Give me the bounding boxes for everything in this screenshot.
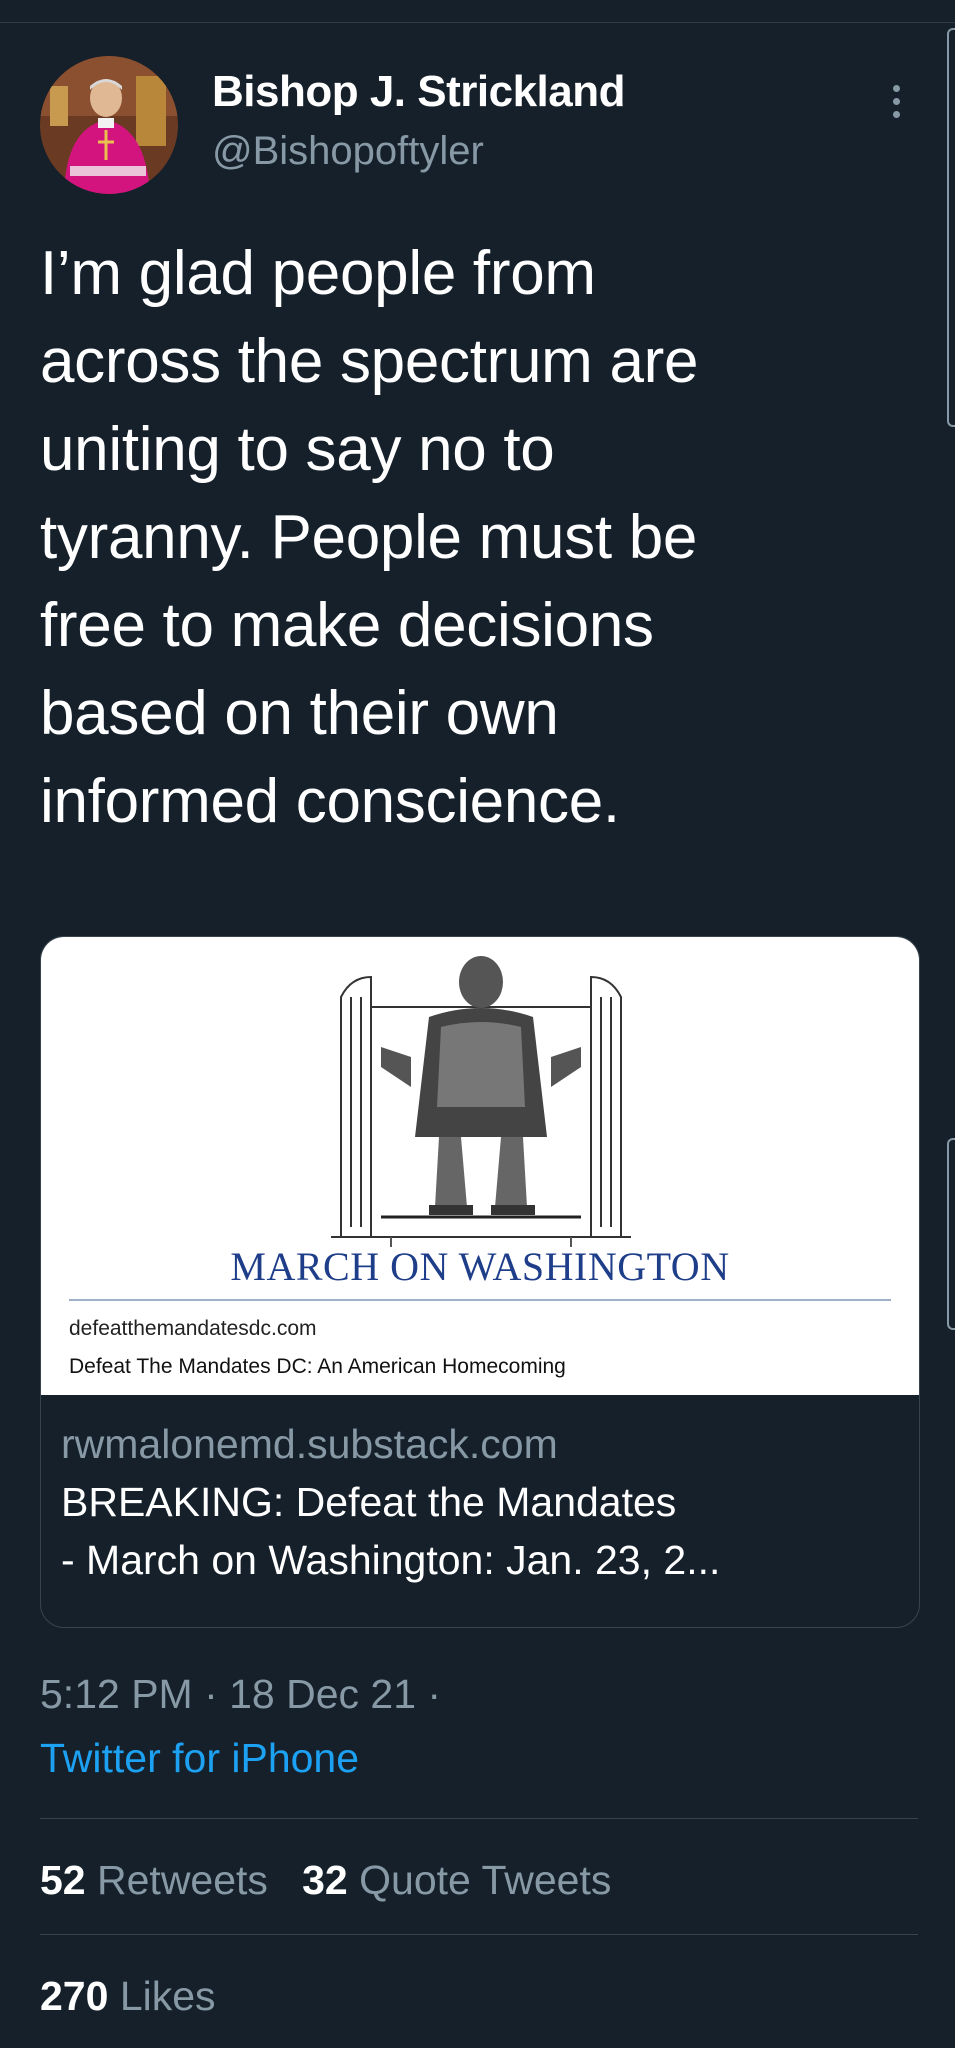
tweet-text-line: informed conscience. [40,767,620,836]
card-domain: rwmalonemd.substack.com [61,1421,558,1467]
quote-tweets-label: Quote Tweets [359,1857,612,1903]
scrollbar[interactable] [947,28,955,427]
link-preview-card[interactable]: MARCH ON WASHINGTON defeatthemandatesdc.… [40,936,920,1628]
card-image-title: Defeat The Mandates DC: An American Home… [69,1355,566,1378]
divider [40,1934,918,1935]
tweet-text-line: uniting to say no to [40,415,555,484]
more-options-icon[interactable] [876,76,916,126]
display-name[interactable]: Bishop J. Strickland [212,66,625,118]
tweet-text-line: free to make decisions [40,591,654,660]
card-title: BREAKING: Defeat the Mandates - March on… [61,1473,720,1589]
tweet-text-line: I’m glad people from [40,239,596,308]
card-title-line: BREAKING: Defeat the Mandates [61,1479,677,1525]
scrollbar-secondary[interactable] [947,1138,955,1330]
retweets-link[interactable]: 52 Retweets [40,1857,268,1903]
card-image-heading: MARCH ON WASHINGTON [230,1244,730,1289]
card-image-rule [69,1299,891,1301]
likes-label: Likes [119,1973,216,2019]
handle[interactable]: @Bishopoftyler [212,126,625,176]
card-image[interactable]: MARCH ON WASHINGTON defeatthemandatesdc.… [41,937,919,1395]
likes-link[interactable]: 270 Likes [40,1966,216,2026]
top-divider [0,22,955,23]
tweet-text-line: tyranny. People must be [40,503,698,572]
retweets-count: 52 [40,1857,86,1903]
quote-tweets-link[interactable]: 32 Quote Tweets [302,1857,611,1903]
tweet-text-line: based on their own [40,679,559,748]
card-image-domain: defeatthemandatesdc.com [69,1317,317,1340]
tweet-text-line: across the spectrum are [40,327,699,396]
divider [40,1818,918,1819]
tweet-timestamp[interactable]: 5:12 PM · 18 Dec 21 · [40,1666,441,1722]
retweets-label: Retweets [97,1857,268,1903]
lincoln-statue-illustration [331,956,631,1247]
author-block[interactable]: Bishop J. Strickland @Bishopoftyler [212,66,625,176]
quote-tweets-count: 32 [302,1857,348,1903]
card-title-line: - March on Washington: Jan. 23, 2... [61,1537,721,1583]
tweet-text: I’m glad people from across the spectrum… [40,230,920,846]
avatar[interactable] [40,56,178,194]
engagement-stats: 52 Retweets 32 Quote Tweets [40,1850,611,1910]
likes-count: 270 [40,1973,109,2019]
tweet-source-link[interactable]: Twitter for iPhone [40,1730,359,1786]
card-info[interactable]: rwmalonemd.substack.com BREAKING: Defeat… [61,1417,720,1589]
